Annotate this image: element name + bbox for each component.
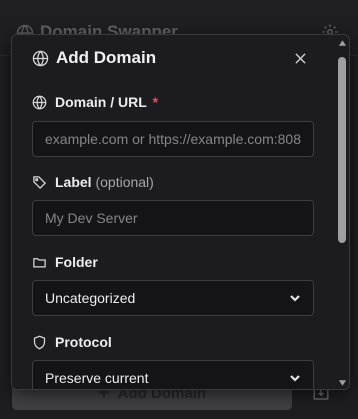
label-label-text: Label [55,174,92,190]
folder-icon [33,257,46,267]
label-input[interactable] [32,200,314,236]
add-domain-dialog: Add Domain Domain / URL * Label (optiona… [11,34,350,390]
close-button[interactable] [291,49,309,67]
globe-icon [32,95,47,109]
folder-select[interactable]: Uncategorized [32,280,314,316]
dialog-header: Add Domain [12,35,349,81]
globe-icon [32,50,49,67]
protocol-select[interactable]: Preserve current [32,360,314,389]
folder-select-value: Uncategorized [45,290,136,306]
label-field-label: Label (optional) [32,174,154,190]
shield-icon [33,335,46,349]
tag-icon [33,175,47,189]
protocol-field-label: Protocol [32,334,112,350]
optional-hint: (optional) [95,174,154,190]
protocol-label-text: Protocol [55,334,112,350]
dialog-title: Add Domain [56,48,157,67]
close-icon [294,52,306,64]
dialog-scrollbar[interactable] [334,35,349,389]
required-marker: * [152,94,159,110]
domain-url-input[interactable] [32,121,314,157]
folder-field-label: Folder [32,254,98,270]
chevron-down-icon [290,375,300,382]
scrollbar-thumb[interactable] [338,57,346,243]
chevron-down-icon [290,295,300,302]
scroll-down-arrow-icon[interactable] [338,379,347,387]
scroll-up-arrow-icon[interactable] [338,39,347,47]
protocol-select-value: Preserve current [45,370,149,386]
url-field-label: Domain / URL * [32,94,158,110]
url-label-text: Domain / URL [55,94,147,110]
folder-label-text: Folder [55,254,98,270]
